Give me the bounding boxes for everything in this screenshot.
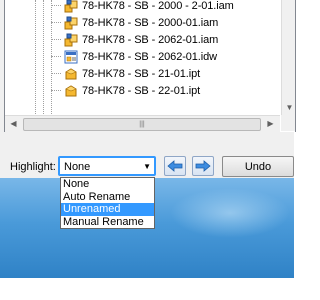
tree-item-label: 78-HK78 - SB - 2000-01.iam bbox=[82, 16, 219, 29]
scroll-down-icon[interactable]: ▼ bbox=[282, 100, 295, 115]
part-icon bbox=[64, 84, 78, 98]
assembly-icon bbox=[64, 33, 78, 47]
tree-item[interactable]: 78-HK78 - SB - 2062-01.idw bbox=[51, 48, 217, 65]
scroll-left-icon[interactable]: ◀ bbox=[6, 116, 21, 131]
dropdown-option-auto-rename[interactable]: Auto Rename bbox=[61, 191, 154, 204]
highlight-dropdown-list[interactable]: None Auto Rename Unrenamed Manual Rename bbox=[60, 177, 155, 229]
tree-guide-line bbox=[43, 0, 44, 132]
previous-button[interactable] bbox=[164, 156, 186, 176]
tree-item[interactable]: 78-HK78 - SB - 22-01.ipt bbox=[51, 82, 200, 99]
dropdown-option-none[interactable]: None bbox=[61, 178, 154, 191]
highlight-label: Highlight: bbox=[10, 161, 56, 173]
next-button[interactable] bbox=[192, 156, 214, 176]
drawing-icon bbox=[64, 50, 78, 64]
vertical-scrollbar[interactable]: ▼ bbox=[281, 0, 295, 115]
arrow-right-icon bbox=[195, 160, 211, 172]
tree-item-label: 78-HK78 - SB - 2062-01.iam bbox=[82, 33, 219, 46]
tree-item-label: 78-HK78 - SB - 21-01.ipt bbox=[82, 67, 201, 80]
arrow-left-icon bbox=[167, 160, 183, 172]
assembly-icon bbox=[64, 0, 78, 13]
rename-dialog: 78-HK78 - SB - 2000 - 2-01.iam 78-HK78 -… bbox=[0, 0, 296, 178]
assembly-icon bbox=[64, 16, 78, 30]
undo-button-label: Undo bbox=[244, 160, 272, 173]
chevron-down-icon[interactable]: ▼ bbox=[143, 162, 151, 171]
tree-item-label: 78-HK78 - SB - 22-01.ipt bbox=[82, 84, 201, 97]
highlight-select[interactable]: None ▼ bbox=[58, 156, 156, 176]
dropdown-option-manual-rename[interactable]: Manual Rename bbox=[61, 216, 154, 229]
tree-item-label: 78-HK78 - SB - 2062-01.idw bbox=[82, 50, 217, 63]
file-tree[interactable]: 78-HK78 - SB - 2000 - 2-01.iam 78-HK78 -… bbox=[4, 0, 296, 132]
tree-item[interactable]: 78-HK78 - SB - 21-01.ipt bbox=[51, 65, 200, 82]
tree-item[interactable]: 78-HK78 - SB - 2000-01.iam bbox=[51, 14, 218, 31]
tree-guide-line bbox=[35, 0, 36, 132]
horizontal-scrollbar[interactable]: ◀ ||| ▶ bbox=[5, 115, 280, 132]
undo-button[interactable]: Undo bbox=[222, 156, 294, 177]
horizontal-scroll-thumb[interactable]: ||| bbox=[23, 118, 261, 131]
highlight-select-value: None bbox=[64, 161, 91, 173]
scrollbar-corner bbox=[281, 115, 295, 131]
tree-item[interactable]: 78-HK78 - SB - 2062-01.iam bbox=[51, 31, 218, 48]
part-icon bbox=[64, 67, 78, 81]
tree-item[interactable]: 78-HK78 - SB - 2000 - 2-01.iam bbox=[51, 0, 234, 14]
tree-item-label: 78-HK78 - SB - 2000 - 2-01.iam bbox=[82, 0, 234, 12]
scroll-right-icon[interactable]: ▶ bbox=[263, 116, 278, 131]
dropdown-option-unrenamed[interactable]: Unrenamed bbox=[61, 203, 154, 216]
